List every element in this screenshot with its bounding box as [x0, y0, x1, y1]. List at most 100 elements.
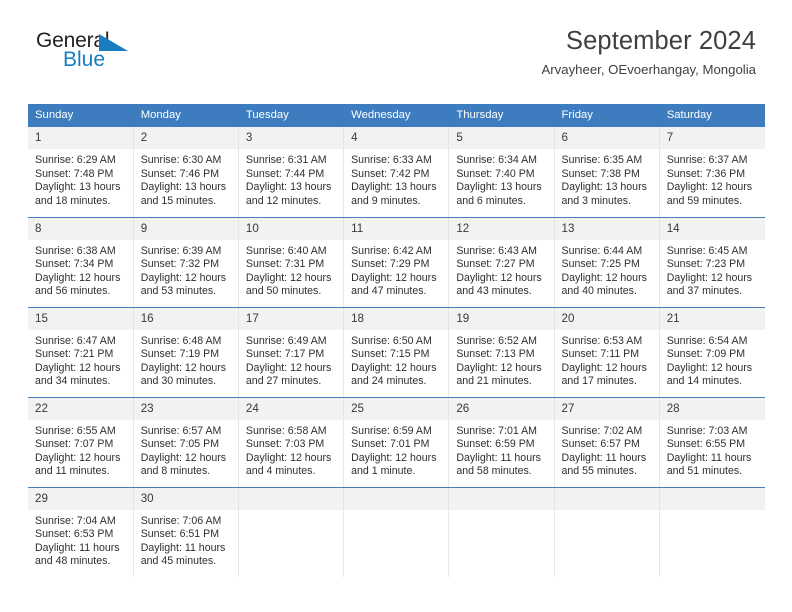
sunset-text: Sunset: 7:46 PM: [140, 167, 220, 180]
daylight-text: Daylight: 12 hours and 27 minutes.: [245, 361, 332, 388]
day-cell-inner: 19 Sunrise: 6:52 AM Sunset: 7:13 PM Dayligh…: [449, 307, 554, 397]
calendar-day-cell[interactable]: 4 Sunrise: 6:33 AM Sunset: 7:42 PM Daylight…: [343, 127, 450, 218]
calendar-day-cell[interactable]: 8 Sunrise: 6:38 AM Sunset: 7:34 PM Daylight…: [28, 217, 134, 308]
sunrise-text: Sunrise: 6:47 AM: [35, 334, 116, 347]
calendar-day-cell-empty: [343, 487, 450, 578]
sunrise-text: Sunrise: 6:42 AM: [351, 244, 432, 257]
sunrise-text: Sunrise: 7:06 AM: [140, 514, 222, 527]
sunrise-text: Sunrise: 6:45 AM: [666, 244, 748, 257]
day-cell-inner: 4 Sunrise: 6:33 AM Sunset: 7:42 PM Daylight…: [344, 127, 449, 217]
calendar-day-cell[interactable]: 28 Sunrise: 7:03 AM Sunset: 6:55 PM Dayligh…: [659, 397, 765, 488]
calendar-day-cell[interactable]: 17 Sunrise: 6:49 AM Sunset: 7:17 PM Dayligh…: [238, 307, 345, 398]
day-number: 11: [344, 217, 449, 240]
daylight-text: Daylight: 12 hours and 43 minutes.: [456, 271, 542, 298]
day-number: 12: [449, 217, 554, 240]
daylight-text: Daylight: 12 hours and 37 minutes.: [666, 271, 753, 298]
calendar-day-cell[interactable]: 26 Sunrise: 7:01 AM Sunset: 6:59 PM Dayligh…: [448, 397, 555, 488]
daylight-text: Daylight: 12 hours and 59 minutes.: [666, 181, 753, 207]
daylight-text: Daylight: 12 hours and 1 minute.: [351, 451, 437, 478]
day-cell-inner: 8 Sunrise: 6:38 AM Sunset: 7:34 PM Daylight…: [28, 217, 133, 307]
sunrise-text: Sunrise: 7:03 AM: [666, 424, 748, 437]
day-cell-inner: 13 Sunrise: 6:44 AM Sunset: 7:25 PM Dayligh…: [554, 217, 659, 307]
day-number: [659, 487, 765, 510]
day-cell-inner: 12 Sunrise: 6:43 AM Sunset: 7:27 PM Dayligh…: [449, 217, 554, 307]
calendar-day-cell[interactable]: 7 Sunrise: 6:37 AM Sunset: 7:36 PM Daylight…: [659, 127, 765, 218]
weekday-header-sunday: Sunday: [28, 104, 134, 127]
day-details: Sunrise: 6:55 AM Sunset: 7:07 PM Daylight:…: [28, 420, 133, 479]
calendar-day-cell[interactable]: 16 Sunrise: 6:48 AM Sunset: 7:19 PM Dayligh…: [133, 307, 239, 398]
day-cell-inner: 2 Sunrise: 6:30 AM Sunset: 7:46 PM Daylight…: [133, 127, 238, 217]
day-number: 4: [344, 127, 449, 149]
calendar-header-row: Sunday Monday Tuesday Wednesday Thursday…: [28, 104, 766, 127]
day-details: Sunrise: 6:39 AM Sunset: 7:32 PM Daylight:…: [134, 240, 238, 299]
calendar-day-cell[interactable]: 3 Sunrise: 6:31 AM Sunset: 7:44 PM Daylight…: [238, 127, 345, 218]
day-number: 1: [28, 127, 133, 149]
day-number: 23: [133, 397, 238, 420]
calendar-grid: Sunday Monday Tuesday Wednesday Thursday…: [28, 104, 766, 578]
calendar-day-cell[interactable]: 29 Sunrise: 7:04 AM Sunset: 6:53 PM Dayligh…: [28, 487, 134, 577]
calendar-day-cell[interactable]: 5 Sunrise: 6:34 AM Sunset: 7:40 PM Daylight…: [448, 127, 555, 218]
calendar-day-cell[interactable]: 18 Sunrise: 6:50 AM Sunset: 7:15 PM Dayligh…: [343, 307, 450, 398]
calendar-day-cell[interactable]: 11 Sunrise: 6:42 AM Sunset: 7:29 PM Dayligh…: [343, 217, 450, 308]
calendar-day-cell[interactable]: 25 Sunrise: 6:59 AM Sunset: 7:01 PM Dayligh…: [343, 397, 450, 488]
day-number: 29: [28, 487, 133, 510]
calendar-day-cell[interactable]: 10 Sunrise: 6:40 AM Sunset: 7:31 PM Dayligh…: [238, 217, 345, 308]
calendar-day-cell[interactable]: 15 Sunrise: 6:47 AM Sunset: 7:21 PM Dayligh…: [28, 307, 134, 398]
sunset-text: Sunset: 7:05 PM: [140, 438, 220, 451]
day-cell-inner: [344, 487, 449, 578]
calendar-day-cell[interactable]: 19 Sunrise: 6:52 AM Sunset: 7:13 PM Dayligh…: [448, 307, 555, 398]
day-number: 22: [28, 397, 133, 420]
calendar-day-cell[interactable]: 13 Sunrise: 6:44 AM Sunset: 7:25 PM Dayligh…: [554, 217, 660, 308]
day-details: Sunrise: 7:01 AM Sunset: 6:59 PM Daylight:…: [449, 420, 553, 479]
sunset-text: Sunset: 7:36 PM: [666, 167, 746, 180]
weekday-header-monday: Monday: [133, 104, 239, 127]
daylight-text: Daylight: 13 hours and 15 minutes.: [140, 181, 227, 207]
sunrise-text: Sunrise: 6:55 AM: [35, 424, 116, 437]
calendar-day-cell[interactable]: 30 Sunrise: 7:06 AM Sunset: 6:51 PM Dayligh…: [133, 487, 239, 577]
day-cell-inner: 25 Sunrise: 6:59 AM Sunset: 7:01 PM Dayligh…: [344, 397, 449, 487]
sunset-text: Sunset: 7:32 PM: [140, 258, 220, 271]
weekday-header-tuesday: Tuesday: [238, 104, 345, 127]
calendar-day-cell[interactable]: 1 Sunrise: 6:29 AM Sunset: 7:48 PM Daylight…: [28, 127, 134, 218]
day-cell-inner: 1 Sunrise: 6:29 AM Sunset: 7:48 PM Daylight…: [28, 127, 133, 217]
sunset-text: Sunset: 7:01 PM: [351, 438, 430, 451]
calendar-day-cell-empty: [659, 487, 765, 577]
daylight-text: Daylight: 13 hours and 12 minutes.: [245, 181, 332, 207]
calendar-day-cell[interactable]: 24 Sunrise: 6:58 AM Sunset: 7:03 PM Dayligh…: [238, 397, 345, 488]
day-cell-inner: [554, 487, 659, 578]
day-cell-inner: 6 Sunrise: 6:35 AM Sunset: 7:38 PM Daylight…: [554, 127, 659, 217]
day-number: 7: [659, 127, 765, 149]
day-number: 18: [344, 307, 449, 330]
calendar-day-cell[interactable]: 2 Sunrise: 6:30 AM Sunset: 7:46 PM Daylight…: [133, 127, 239, 218]
calendar-day-cell-empty: [554, 487, 660, 578]
sunrise-text: Sunrise: 6:37 AM: [666, 154, 748, 166]
sunset-text: Sunset: 6:53 PM: [35, 528, 114, 541]
calendar-day-cell[interactable]: 20 Sunrise: 6:53 AM Sunset: 7:11 PM Dayligh…: [554, 307, 660, 398]
day-number: 17: [238, 307, 344, 330]
daylight-text: Daylight: 11 hours and 51 minutes.: [666, 451, 752, 478]
calendar-day-cell[interactable]: 22 Sunrise: 6:55 AM Sunset: 7:07 PM Dayligh…: [28, 397, 134, 488]
daylight-text: Daylight: 13 hours and 18 minutes.: [35, 181, 121, 207]
day-number: 15: [28, 307, 133, 330]
day-details: Sunrise: 6:44 AM Sunset: 7:25 PM Daylight:…: [555, 240, 659, 299]
sunrise-text: Sunrise: 7:01 AM: [456, 424, 537, 437]
day-cell-inner: 17 Sunrise: 6:49 AM Sunset: 7:17 PM Dayligh…: [238, 307, 344, 397]
day-cell-inner: 28 Sunrise: 7:03 AM Sunset: 6:55 PM Dayligh…: [659, 397, 765, 487]
page-subtitle: Arvayheer, OEvoerhangay, Mongolia: [541, 62, 756, 77]
sunrise-text: Sunrise: 6:34 AM: [456, 154, 537, 166]
day-details: Sunrise: 6:54 AM Sunset: 7:09 PM Daylight:…: [660, 330, 765, 389]
day-details: Sunrise: 6:58 AM Sunset: 7:03 PM Daylight:…: [239, 420, 343, 479]
calendar-day-cell[interactable]: 27 Sunrise: 7:02 AM Sunset: 6:57 PM Dayligh…: [554, 397, 660, 488]
page-header: General Blue September 2024 Arvayheer, O…: [0, 0, 792, 77]
general-blue-logo[interactable]: General Blue: [36, 30, 156, 78]
day-details: Sunrise: 7:02 AM Sunset: 6:57 PM Daylight:…: [555, 420, 659, 479]
calendar-day-cell[interactable]: 14 Sunrise: 6:45 AM Sunset: 7:23 PM Dayligh…: [659, 217, 765, 308]
daylight-text: Daylight: 13 hours and 3 minutes.: [561, 181, 647, 207]
calendar-day-cell[interactable]: 9 Sunrise: 6:39 AM Sunset: 7:32 PM Daylight…: [133, 217, 239, 308]
calendar-day-cell[interactable]: 21 Sunrise: 6:54 AM Sunset: 7:09 PM Dayligh…: [659, 307, 765, 398]
calendar-day-cell[interactable]: 6 Sunrise: 6:35 AM Sunset: 7:38 PM Daylight…: [554, 127, 660, 218]
calendar-day-cell[interactable]: 23 Sunrise: 6:57 AM Sunset: 7:05 PM Dayligh…: [133, 397, 239, 488]
sunrise-text: Sunrise: 6:30 AM: [140, 154, 222, 166]
day-number: 26: [449, 397, 554, 420]
calendar-day-cell[interactable]: 12 Sunrise: 6:43 AM Sunset: 7:27 PM Dayligh…: [448, 217, 555, 308]
